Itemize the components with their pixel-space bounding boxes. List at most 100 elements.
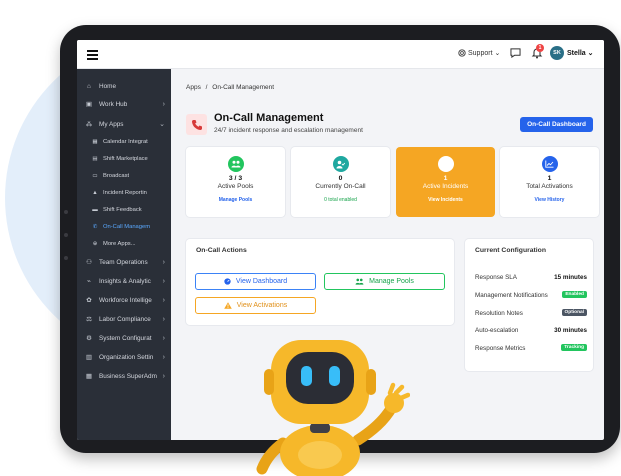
sidebar-item-label: Work Hub [99,100,128,108]
on-call-dashboard-button[interactable]: On-Call Dashboard [520,117,593,132]
sidebar-item-on-call[interactable]: ✆ On-Call Managem [77,219,171,235]
sidebar-item-calendar[interactable]: ▦ Calendar Integrat [77,134,171,150]
view-history-link[interactable]: View History [500,197,599,203]
menu-toggle-icon[interactable] [87,50,98,60]
avatar[interactable]: SK [550,46,564,60]
phone-icon [186,114,207,135]
sidebar-item-insights[interactable]: ⌁ Insights & Analytic › [77,273,171,289]
manage-pools-link[interactable]: Manage Pools [186,197,285,203]
sidebar-item-label: More Apps... [103,241,136,247]
chevron-right-icon: › [162,334,165,342]
alert-icon [437,156,454,172]
manage-pools-button[interactable]: Manage Pools [324,273,445,290]
sidebar-item-shift-feedback[interactable]: ▬ Shift Feedback [77,202,171,218]
lifebuoy-icon [458,49,466,57]
sidebar-item-labor-compliance[interactable]: ⚖ Labor Compliance › [77,311,171,327]
sidebar-item-label: Incident Reportin [103,190,147,196]
team-icon: ⚇ [86,259,92,266]
sidebar-item-label: System Configurat [99,334,152,342]
view-incidents-link[interactable]: View Incidents [396,197,495,203]
brain-icon: ✿ [86,297,92,304]
panel-title: On-Call Actions [196,247,247,254]
chevron-down-icon: ⌄ [159,121,165,128]
username-label: Stella [567,50,586,57]
config-row: Response Metrics Tracking [475,344,587,352]
sidebar-item-incident-reporting[interactable]: ▲ Incident Reportin [77,185,171,201]
store-icon: ▤ [92,156,98,162]
user-check-icon [332,156,349,172]
phone-icon: ✆ [92,224,98,230]
grid-icon: ▦ [85,373,93,380]
chevron-right-icon: › [162,296,165,304]
sidebar-item-my-apps[interactable]: ⁂ My Apps ⌄ [77,116,171,132]
config-label: Response Metrics [475,345,526,352]
view-dashboard-button[interactable]: View Dashboard [195,273,316,290]
sidebar-item-label: Workforce Intellige [99,296,152,304]
sidebar-item-organization[interactable]: ▥ Organization Settin › [77,349,171,365]
chat-icon[interactable] [510,48,521,58]
chart-icon: ⌁ [87,278,91,285]
sidebar-item-work-hub[interactable]: ▣ Work Hub › [77,96,171,112]
sidebar-item-label: On-Call Managem [103,224,151,230]
config-label: Resolution Notes [475,310,523,317]
sidebar-item-team-operations[interactable]: ⚇ Team Operations › [77,254,171,270]
sidebar-item-label: Business SuperAdm [99,372,157,380]
briefcase-icon: ▣ [85,101,93,108]
chevron-right-icon: › [162,353,165,361]
support-menu[interactable]: Support ⌄ [458,49,500,57]
dashboard-icon [224,278,231,285]
stat-label: Active Pools [217,183,254,190]
config-row: Management Notifications Enabled [475,291,587,299]
users-icon [355,278,364,285]
sidebar-item-label: Team Operations [99,258,148,266]
stat-card-total-activations: 1 Total Activations View History [500,147,599,217]
robot-mascot [256,340,410,476]
sidebar-item-workforce[interactable]: ✿ Workforce Intellige › [77,292,171,308]
chevron-right-icon: › [162,100,165,108]
warning-icon [223,302,232,309]
stat-label: Currently On-Call [315,183,366,190]
sidebar-item-label: Insights & Analytic [99,277,151,285]
status-badge: Tracking [561,344,587,351]
config-row: Response SLA 15 minutes [475,274,587,281]
total-enabled-text: 0 total enabled [324,197,357,203]
warning-icon: ▲ [92,190,98,196]
sidebar-item-label: Broadcast [103,173,130,179]
calendar-icon: ▦ [92,139,98,145]
chevron-right-icon: › [162,258,165,266]
breadcrumb-current: On-Call Management [212,84,275,91]
sidebar-item-more-apps[interactable]: ⊕ More Apps... [77,236,171,252]
page-subtitle: 24/7 incident response and escalation ma… [214,127,363,134]
comment-icon: ▬ [92,207,98,213]
camera-dot [64,210,68,214]
config-row: Resolution Notes Optional [475,309,587,317]
sidebar-item-business-superadmin[interactable]: ▦ Business SuperAdm › [77,368,171,384]
sidebar-item-broadcast[interactable]: ▭ Broadcast [77,168,171,184]
button-label: View Dashboard [235,278,288,285]
home-icon: ⌂ [87,82,91,90]
top-bar: Support ⌄ 1 SK Stella ⌄ [77,40,604,69]
sidebar-item-label: My Apps [99,120,124,128]
sidebar-item-label: Labor Compliance [99,315,151,323]
sidebar-item-system-config[interactable]: ⚙ System Configurat › [77,330,171,346]
stat-card-currently-on-call: 0 Currently On-Call 0 total enabled [291,147,390,217]
status-badge: Optional [561,309,587,316]
camera-dot [64,233,68,237]
stat-value: 3 / 3 [228,175,243,182]
view-activations-button[interactable]: View Activations [195,297,316,314]
building-icon: ▥ [85,354,93,361]
sidebar-item-shift-marketplace[interactable]: ▤ Shift Marketplace [77,151,171,167]
status-badge: Enabled [562,291,587,298]
current-configuration-panel: Current Configuration Response SLA 15 mi… [465,239,593,371]
button-label: View Activations [236,302,288,309]
stat-label: Active Incidents [422,183,469,190]
config-label: Management Notifications [475,292,548,299]
user-menu[interactable]: Stella ⌄ [567,49,594,57]
chevron-down-icon: ⌄ [494,50,501,57]
breadcrumb-apps[interactable]: Apps [186,84,201,91]
sidebar-item-home[interactable]: ⌂ Home [77,78,171,94]
broadcast-icon: ▭ [92,173,98,179]
chevron-right-icon: › [162,277,165,285]
apps-icon: ⁂ [85,121,93,128]
panel-title: Current Configuration [475,247,546,254]
